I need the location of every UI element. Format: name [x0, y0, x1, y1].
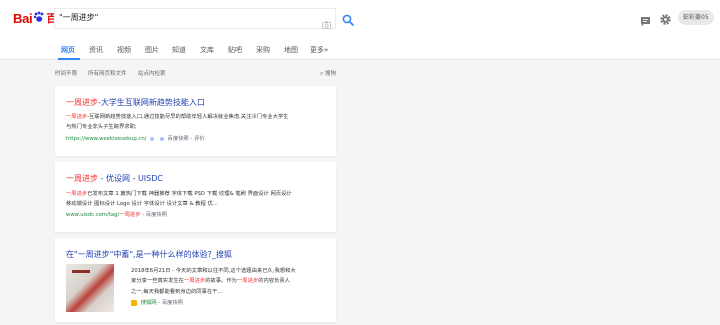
snapshot-link[interactable]: - 百度快照 [158, 300, 183, 306]
active-tab-indicator [58, 58, 80, 60]
thumbnail-graphic [72, 270, 90, 273]
verified-icon [150, 136, 155, 141]
tab-video[interactable]: 视频 [117, 45, 131, 55]
tab-more[interactable]: 更多» [310, 45, 328, 55]
logo-text-bai: Bai [13, 10, 33, 26]
sohu-icon [131, 299, 137, 306]
result-abstract: 一周进步-互联网新趋势技能入口,通过技能尽早的帮助年轻人解决就业焦虑,关注冷门专… [66, 114, 289, 131]
snapshot-link[interactable]: 百度快照 - 评价 [168, 136, 205, 142]
result-site-name[interactable]: 搜狐网 [141, 300, 157, 306]
result-title[interactable]: 在"一周进步"中蓄",是一种什么样的体验?_搜狐 [66, 249, 232, 260]
badge-icon [159, 136, 164, 141]
gear-icon[interactable] [659, 11, 672, 30]
tab-zhidao[interactable]: 知道 [172, 45, 186, 55]
result-thumbnail[interactable] [66, 264, 114, 312]
filter-bar: 时间不限 所有网页和文件 站点内检索 ⌕ 搜狗 [0, 61, 720, 85]
result-abstract: 一周进步已发布文章 1 篇热门下载 神器推荐 字体下载 PSD 下载 纹理& 笔… [66, 191, 292, 208]
snapshot-link[interactable]: - 百度快照 [142, 212, 167, 218]
message-icon[interactable] [640, 12, 651, 31]
result-url[interactable]: https://www.weekleesekup.cn/ [66, 136, 146, 142]
camera-icon[interactable] [322, 14, 331, 33]
tab-map[interactable]: 地图 [284, 45, 298, 55]
filter-site[interactable]: 站点内检索 [138, 69, 166, 77]
result-card: 一周进步-大学生互联网新趋势技能入口 一周进步-互联网新趋势技能入口,通过技能尽… [55, 86, 336, 156]
top-bar: Bai 百度 "一周进步" [0, 0, 720, 38]
filter-time[interactable]: 时间不限 [55, 69, 77, 77]
search-input[interactable]: "一周进步" [54, 8, 336, 29]
result-card: 在"一周进步"中蓄",是一种什么样的体验?_搜狐 2018年6月21日 - 今天… [55, 238, 336, 322]
result-card: 一周进步 - 优设网 - UISDC 一周进步已发布文章 1 篇热门下载 神器推… [55, 162, 336, 232]
tab-tieba[interactable]: 贴吧 [228, 45, 242, 55]
search-tools[interactable]: ⌕ 搜狗 [320, 69, 336, 78]
search-query[interactable]: "一周进步" [59, 12, 98, 23]
result-source: www.uisdc.com/tag/一周进步 - 百度快照 [66, 210, 167, 218]
search-tabs: 网页 资讯 视频 图片 知道 文库 贴吧 采购 地图 更多» [0, 38, 720, 60]
user-account[interactable]: 彭彩姜05 [678, 10, 714, 25]
search-icon[interactable] [342, 11, 354, 30]
result-abstract: 2018年6月21日 - 今天的文章和以往不同,这个选题由来已久,我想和大 家分… [131, 268, 296, 295]
tab-web[interactable]: 网页 [61, 45, 75, 55]
tab-news[interactable]: 资讯 [89, 45, 103, 55]
result-source: 搜狐网 - 百度快照 [131, 298, 183, 306]
filter-file-type[interactable]: 所有网页和文件 [88, 69, 127, 77]
tab-wenku[interactable]: 文库 [200, 45, 214, 55]
tab-images[interactable]: 图片 [145, 45, 159, 55]
paw-icon [33, 11, 45, 26]
result-url[interactable]: www.uisdc.com/tag/一周进步 [66, 212, 141, 218]
tab-purchase[interactable]: 采购 [256, 45, 270, 55]
result-source: https://www.weekleesekup.cn/ 百度快照 - 评价 [66, 134, 205, 142]
result-title[interactable]: 一周进步 - 优设网 - UISDC [66, 173, 163, 184]
result-title[interactable]: 一周进步-大学生互联网新趋势技能入口 [66, 97, 205, 108]
